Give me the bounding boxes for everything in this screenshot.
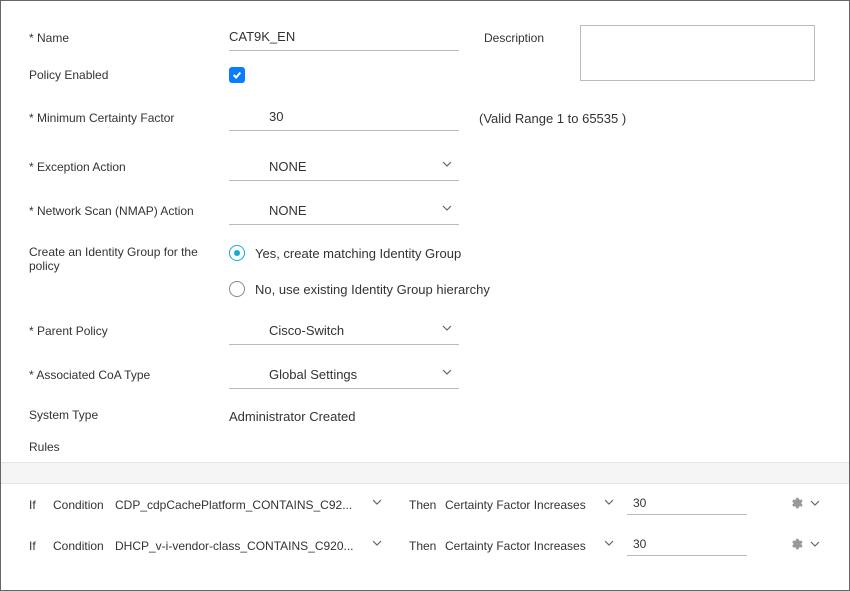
- create-group-label: Create an Identity Group for the policy: [29, 241, 229, 273]
- gear-icon[interactable]: [789, 496, 803, 513]
- rule-factor-select[interactable]: Certainty Factor Increases: [445, 498, 615, 512]
- gear-icon[interactable]: [789, 537, 803, 554]
- mcf-input[interactable]: [229, 105, 459, 131]
- checkmark-icon: [232, 70, 242, 80]
- name-label: * Name: [29, 31, 229, 45]
- chevron-down-icon: [441, 322, 453, 337]
- chevron-down-icon: [603, 496, 615, 511]
- chevron-down-icon: [603, 537, 615, 552]
- rule-row: If Condition CDP_cdpCachePlatform_CONTAI…: [1, 484, 849, 525]
- chevron-down-icon[interactable]: [809, 538, 821, 553]
- mcf-label: * Minimum Certainty Factor: [29, 111, 229, 125]
- parent-policy-label: * Parent Policy: [29, 324, 229, 338]
- coa-type-select[interactable]: Global Settings: [229, 361, 459, 389]
- rule-value-input[interactable]: 30: [627, 494, 747, 515]
- rule-factor-value: Certainty Factor Increases: [445, 539, 586, 553]
- exception-action-value: NONE: [269, 159, 307, 174]
- rule-then-label: Then: [409, 498, 445, 512]
- rules-heading: Rules: [29, 440, 821, 454]
- nmap-action-label: * Network Scan (NMAP) Action: [29, 204, 229, 218]
- radio-no-label: No, use existing Identity Group hierarch…: [255, 282, 490, 297]
- description-label: Description: [484, 31, 544, 45]
- system-type-label: System Type: [29, 408, 229, 422]
- nmap-action-select[interactable]: NONE: [229, 197, 459, 225]
- rule-condition-value: CDP_cdpCachePlatform_CONTAINS_C92...: [115, 498, 352, 512]
- parent-policy-value: Cisco-Switch: [269, 323, 344, 338]
- radio-yes-row[interactable]: Yes, create matching Identity Group: [229, 241, 821, 265]
- radio-yes[interactable]: [229, 245, 245, 261]
- chevron-down-icon: [371, 498, 383, 511]
- chevron-down-icon: [371, 539, 383, 552]
- rule-condition-label: Condition: [53, 539, 115, 553]
- rule-condition-select[interactable]: DHCP_v-i-vendor-class_CONTAINS_C920...: [115, 539, 385, 553]
- policy-enabled-label: Policy Enabled: [29, 68, 229, 82]
- chevron-down-icon: [441, 366, 453, 381]
- rule-if-label: If: [29, 498, 53, 512]
- chevron-down-icon: [441, 158, 453, 173]
- rule-factor-select[interactable]: Certainty Factor Increases: [445, 539, 615, 553]
- rule-condition-select[interactable]: CDP_cdpCachePlatform_CONTAINS_C92...: [115, 498, 385, 512]
- rule-condition-label: Condition: [53, 498, 115, 512]
- rule-factor-value: Certainty Factor Increases: [445, 498, 586, 512]
- rule-condition-value: DHCP_v-i-vendor-class_CONTAINS_C920...: [115, 539, 354, 553]
- rule-then-label: Then: [409, 539, 445, 553]
- chevron-down-icon[interactable]: [809, 497, 821, 512]
- coa-type-label: * Associated CoA Type: [29, 368, 229, 382]
- nmap-action-value: NONE: [269, 203, 307, 218]
- mcf-range-note: (Valid Range 1 to 65535 ): [479, 111, 626, 126]
- coa-type-value: Global Settings: [269, 367, 357, 382]
- rules-header-bar: [1, 462, 849, 484]
- radio-no-row[interactable]: No, use existing Identity Group hierarch…: [229, 277, 821, 301]
- description-textarea[interactable]: [580, 25, 815, 81]
- rule-if-label: If: [29, 539, 53, 553]
- exception-action-select[interactable]: NONE: [229, 153, 459, 181]
- chevron-down-icon: [441, 202, 453, 217]
- system-type-value: Administrator Created: [229, 405, 459, 424]
- name-input[interactable]: [229, 25, 459, 51]
- rule-value-input[interactable]: 30: [627, 535, 747, 556]
- exception-action-label: * Exception Action: [29, 160, 229, 174]
- parent-policy-select[interactable]: Cisco-Switch: [229, 317, 459, 345]
- rule-row: If Condition DHCP_v-i-vendor-class_CONTA…: [1, 525, 849, 566]
- radio-yes-label: Yes, create matching Identity Group: [255, 246, 461, 261]
- radio-no[interactable]: [229, 281, 245, 297]
- policy-enabled-checkbox[interactable]: [229, 67, 245, 83]
